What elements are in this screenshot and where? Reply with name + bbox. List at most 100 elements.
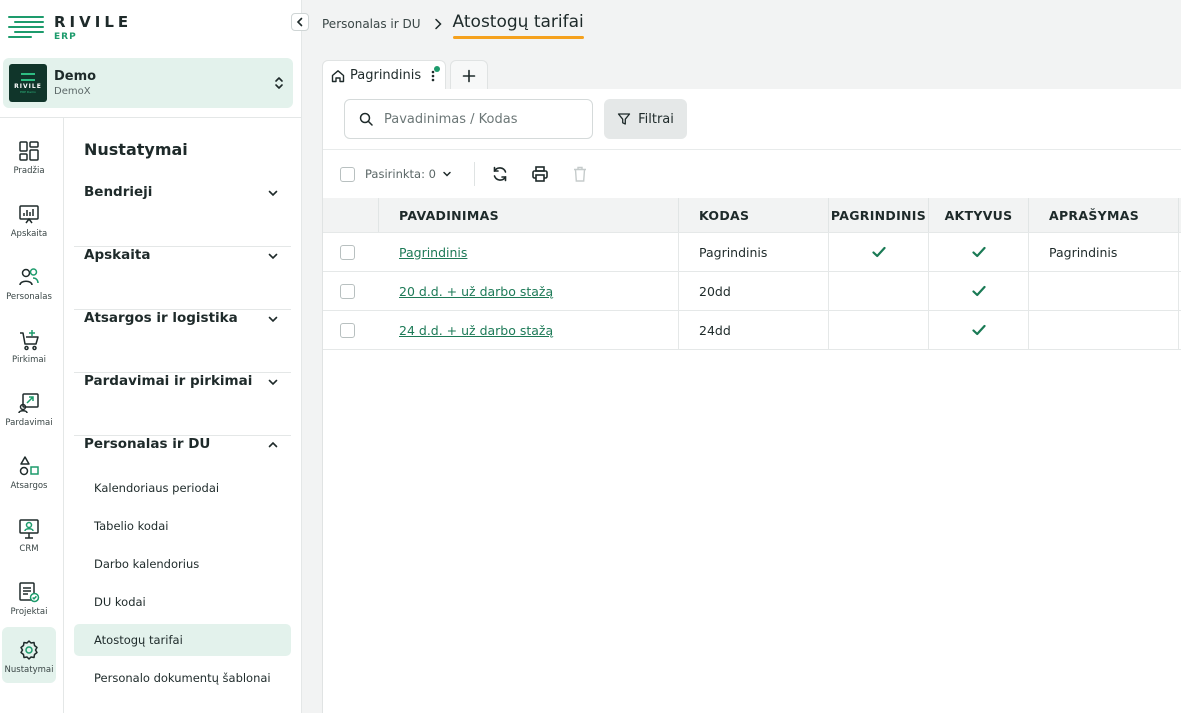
data-table: PAVADINIMAS KODAS PAGRINDINIS AKTYVUS AP… xyxy=(323,198,1181,350)
main-area: Personalas ir DU Atostogų tarifai Pagrin… xyxy=(302,0,1181,713)
table-row[interactable]: Pagrindinis Pagrindinis Pagrindinis xyxy=(323,233,1181,272)
projects-icon xyxy=(19,582,40,603)
chevron-down-icon xyxy=(268,253,278,260)
unsaved-indicator xyxy=(434,65,441,72)
rail-item-pirkimai[interactable]: Pirkimai xyxy=(2,317,56,373)
tab-pagrindinis[interactable]: Pagrindinis xyxy=(322,60,447,90)
row-code: 24dd xyxy=(679,311,829,349)
rail-item-atsargos[interactable]: Atsargos xyxy=(2,443,56,499)
section-apskaita[interactable]: Apskaita xyxy=(74,247,291,310)
shapes-icon xyxy=(19,456,39,476)
section-label: Atsargos ir logistika xyxy=(84,310,238,326)
company-code: DemoX xyxy=(54,86,91,97)
unfold-icon xyxy=(275,77,283,89)
rail-item-personalas[interactable]: Personalas xyxy=(2,254,56,310)
table-row[interactable]: 24 d.d. + už darbo stažą 24dd xyxy=(323,311,1181,350)
row-name-link[interactable]: Pagrindinis xyxy=(399,245,467,260)
subitem-kalendoriaus-periodai[interactable]: Kalendoriaus periodai xyxy=(74,472,291,504)
accounting-icon xyxy=(19,205,39,224)
section-atsargos-ir-logistika[interactable]: Atsargos ir logistika xyxy=(74,310,291,373)
select-all-checkbox[interactable] xyxy=(340,166,355,182)
rail-item-apskaita[interactable]: Apskaita xyxy=(2,191,56,247)
selected-count[interactable]: Pasirinkta: 0 xyxy=(365,167,436,181)
more-vertical-icon[interactable] xyxy=(429,65,441,83)
chevron-down-icon xyxy=(268,379,278,386)
settings-title: Nustatymai xyxy=(84,140,188,159)
search-input[interactable] xyxy=(384,111,574,127)
rail-item-nustatymai[interactable]: Nustatymai xyxy=(2,627,56,683)
column-header-aprasymas[interactable]: APRAŠYMAS xyxy=(1029,198,1179,232)
filter-icon xyxy=(617,113,631,125)
company-logo: RIVILE ERP Demo xyxy=(9,64,47,102)
row-checkbox[interactable] xyxy=(340,322,355,338)
search-box[interactable] xyxy=(344,99,593,139)
section-bendrieji[interactable]: Bendrieji xyxy=(74,184,291,247)
chevron-up-icon xyxy=(268,441,278,448)
sidebar: RIVILE ERP RIVILE ERP Demo Demo DemoX Pr… xyxy=(0,0,302,713)
refresh-icon[interactable] xyxy=(491,165,509,183)
chevron-down-icon xyxy=(268,316,278,323)
chevron-down-icon[interactable] xyxy=(442,169,452,179)
company-switcher[interactable]: RIVILE ERP Demo Demo DemoX xyxy=(3,58,293,108)
collapse-sidebar-button[interactable] xyxy=(291,13,309,31)
row-name-link[interactable]: 24 d.d. + už darbo stažą xyxy=(399,323,553,338)
chevron-left-icon xyxy=(296,17,303,27)
row-code: Pagrindinis xyxy=(679,233,829,271)
subitem-tabelio-kodai[interactable]: Tabelio kodai xyxy=(74,510,291,542)
content-panel: Filtrai Pasirinkta: 0 xyxy=(322,89,1181,713)
check-icon xyxy=(971,324,986,336)
rail-label: Atsargos xyxy=(10,481,48,491)
section-pardavimai-ir-pirkimai[interactable]: Pardavimai ir pirkimai xyxy=(74,373,291,436)
section-personalas-ir-du[interactable]: Personalas ir DU xyxy=(74,436,291,472)
row-main-empty xyxy=(829,272,929,310)
section-label: Apskaita xyxy=(84,247,151,263)
app-window: RIVILE ERP RIVILE ERP Demo Demo DemoX Pr… xyxy=(0,0,1181,713)
rail-label: Nustatymai xyxy=(4,665,54,675)
breadcrumb: Personalas ir DU Atostogų tarifai xyxy=(322,12,584,39)
logo-name: RIVILE xyxy=(54,13,133,31)
delete-icon[interactable] xyxy=(571,165,589,183)
chevron-down-icon xyxy=(268,190,278,197)
home-icon xyxy=(331,69,345,82)
plus-icon xyxy=(462,69,476,82)
dashboard-icon xyxy=(19,141,39,161)
subitem-personalo-dokumentu-sablonai[interactable]: Personalo dokumentų šablonai xyxy=(74,662,291,694)
subitem-darbo-kalendorius[interactable]: Darbo kalendorius xyxy=(74,548,291,580)
section-label: Pardavimai ir pirkimai xyxy=(84,373,253,389)
add-tab-button[interactable] xyxy=(450,60,489,90)
row-checkbox[interactable] xyxy=(340,244,355,260)
crm-icon xyxy=(19,519,39,539)
column-header-kodas[interactable]: KODAS xyxy=(679,198,829,232)
rail-item-pardavimai[interactable]: Pardavimai xyxy=(2,380,56,436)
company-name: Demo xyxy=(54,69,97,84)
row-name-link[interactable]: 20 d.d. + už darbo stažą xyxy=(399,284,553,299)
rail-label: Apskaita xyxy=(10,229,48,239)
row-description xyxy=(1029,311,1179,349)
logo[interactable]: RIVILE ERP xyxy=(8,12,132,46)
logo-icon xyxy=(8,12,46,44)
print-icon[interactable] xyxy=(531,165,549,183)
column-header-aktyvus[interactable]: AKTYVUS xyxy=(929,198,1029,232)
column-header-pagrindinis[interactable]: PAGRINDINIS xyxy=(829,198,929,232)
table-row[interactable]: 20 d.d. + už darbo stažą 20dd xyxy=(323,272,1181,311)
rail-item-crm[interactable]: CRM xyxy=(2,506,56,562)
divider xyxy=(323,149,1181,150)
rail-item-pradzia[interactable]: Pradžia xyxy=(2,128,56,184)
column-header-pavadinimas[interactable]: PAVADINIMAS xyxy=(379,198,679,232)
subitem-atostogu-tarifai[interactable]: Atostogų tarifai xyxy=(74,624,291,656)
rail-label: Pirkimai xyxy=(12,355,46,365)
people-icon xyxy=(19,268,39,286)
chevron-right-icon xyxy=(434,18,442,30)
settings-icon xyxy=(20,640,38,660)
rail-item-projektai[interactable]: Projektai xyxy=(2,569,56,625)
filter-button[interactable]: Filtrai xyxy=(604,99,687,139)
row-checkbox[interactable] xyxy=(340,283,355,299)
settings-menu: Nustatymai Bendrieji Apskaita Atsargos i… xyxy=(64,118,301,713)
cart-icon xyxy=(20,330,39,351)
breadcrumb-parent[interactable]: Personalas ir DU xyxy=(322,17,421,31)
subitem-du-kodai[interactable]: DU kodai xyxy=(74,586,291,618)
tab-bar: Pagrindinis xyxy=(322,60,489,90)
search-icon xyxy=(359,112,373,126)
toolbar-separator xyxy=(473,162,475,186)
check-icon xyxy=(871,246,886,258)
